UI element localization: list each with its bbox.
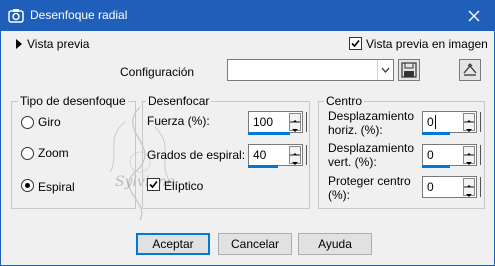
- spiral-degrees-spinner[interactable]: 40: [248, 144, 303, 166]
- strength-spinner[interactable]: 100: [248, 111, 303, 133]
- horiz-offset-spinner[interactable]: 0: [422, 111, 477, 133]
- vert-offset-label-line1: Desplazamiento: [328, 141, 415, 155]
- spin-up-button[interactable]: [289, 113, 301, 123]
- horiz-offset-label-line2: horiz. (%):: [328, 123, 383, 137]
- spiral-underline: [248, 165, 278, 168]
- vert-offset-label-line2: vert. (%):: [328, 155, 377, 169]
- spin-down-button[interactable]: [289, 122, 301, 132]
- spin-up-button[interactable]: [463, 113, 475, 123]
- blur-title: Desenfocar: [146, 94, 212, 108]
- dropdown-button[interactable]: [377, 60, 393, 80]
- slider-tick[interactable]: [306, 112, 307, 132]
- vert-underline: [422, 165, 450, 168]
- spin-up-button[interactable]: [463, 178, 475, 188]
- chevron-down-icon: [381, 67, 390, 73]
- slider-tick[interactable]: [306, 145, 307, 165]
- preview-toggle-label[interactable]: Vista previa: [27, 37, 89, 51]
- strength-underline: [248, 132, 290, 135]
- radio-giro[interactable]: [21, 116, 34, 129]
- strength-value: 100: [253, 115, 274, 129]
- spin-down-button[interactable]: [463, 122, 475, 132]
- spin-down-button[interactable]: [463, 187, 475, 197]
- blur-type-title: Tipo de desenfoque: [18, 94, 128, 108]
- arrow-down-icon: [466, 162, 472, 165]
- spiral-degrees-label: Grados de espiral:: [147, 148, 246, 162]
- spin-up-button[interactable]: [289, 146, 301, 156]
- radio-zoom-label[interactable]: Zoom: [38, 146, 69, 160]
- elliptical-label[interactable]: Elíptico: [164, 179, 203, 193]
- spiral-degrees-value: 40: [253, 148, 267, 162]
- help-button[interactable]: Ayuda: [298, 233, 372, 255]
- text-cursor: [435, 115, 436, 129]
- title-bar: Desenfoque radial: [0, 0, 495, 31]
- radio-espiral-label[interactable]: Espiral: [38, 180, 75, 194]
- spin-up-button[interactable]: [463, 146, 475, 156]
- center-title: Centro: [324, 94, 365, 108]
- config-combobox[interactable]: [227, 59, 394, 81]
- horiz-underline: [422, 132, 450, 135]
- cancel-button[interactable]: Cancelar: [218, 233, 292, 255]
- reset-config-button[interactable]: [459, 59, 481, 81]
- slider-tick[interactable]: [480, 145, 481, 165]
- window-title: Desenfoque radial: [30, 8, 128, 22]
- spin-down-button[interactable]: [289, 155, 301, 165]
- preview-in-image-label[interactable]: Vista previa en imagen: [366, 37, 488, 51]
- config-label: Configuración: [120, 65, 195, 79]
- protect-center-label-line1: Proteger centro: [328, 174, 411, 188]
- strength-label: Fuerza (%):: [147, 114, 210, 128]
- vert-offset-spinner[interactable]: 0: [422, 144, 477, 166]
- radio-giro-label[interactable]: Giro: [38, 115, 61, 129]
- close-icon[interactable]: [462, 6, 486, 26]
- spin-down-button[interactable]: [463, 155, 475, 165]
- horiz-offset-value: 0: [427, 115, 434, 129]
- horiz-offset-label-line1: Desplazamiento: [328, 109, 415, 123]
- arrow-down-icon: [292, 162, 298, 165]
- arrow-down-icon: [292, 129, 298, 132]
- arrow-down-icon: [466, 129, 472, 132]
- preview-in-image-checkbox[interactable]: [349, 37, 362, 50]
- protect-center-value: 0: [427, 180, 434, 194]
- slider-tick[interactable]: [480, 177, 481, 197]
- ok-button[interactable]: Aceptar: [136, 233, 210, 255]
- radio-espiral[interactable]: [21, 179, 34, 192]
- protect-center-spinner[interactable]: 0: [422, 176, 477, 198]
- protect-center-label-line2: (%):: [328, 188, 350, 202]
- arrow-down-icon: [466, 194, 472, 197]
- vert-offset-value: 0: [427, 148, 434, 162]
- camera-icon: [8, 9, 24, 23]
- save-config-button[interactable]: [398, 59, 420, 81]
- elliptical-checkbox[interactable]: [147, 178, 160, 191]
- expand-triangle-icon[interactable]: [15, 39, 23, 49]
- reset-icon: [463, 63, 477, 76]
- slider-tick[interactable]: [480, 112, 481, 132]
- floppy-disk-icon: [401, 62, 417, 78]
- radio-zoom[interactable]: [21, 147, 34, 160]
